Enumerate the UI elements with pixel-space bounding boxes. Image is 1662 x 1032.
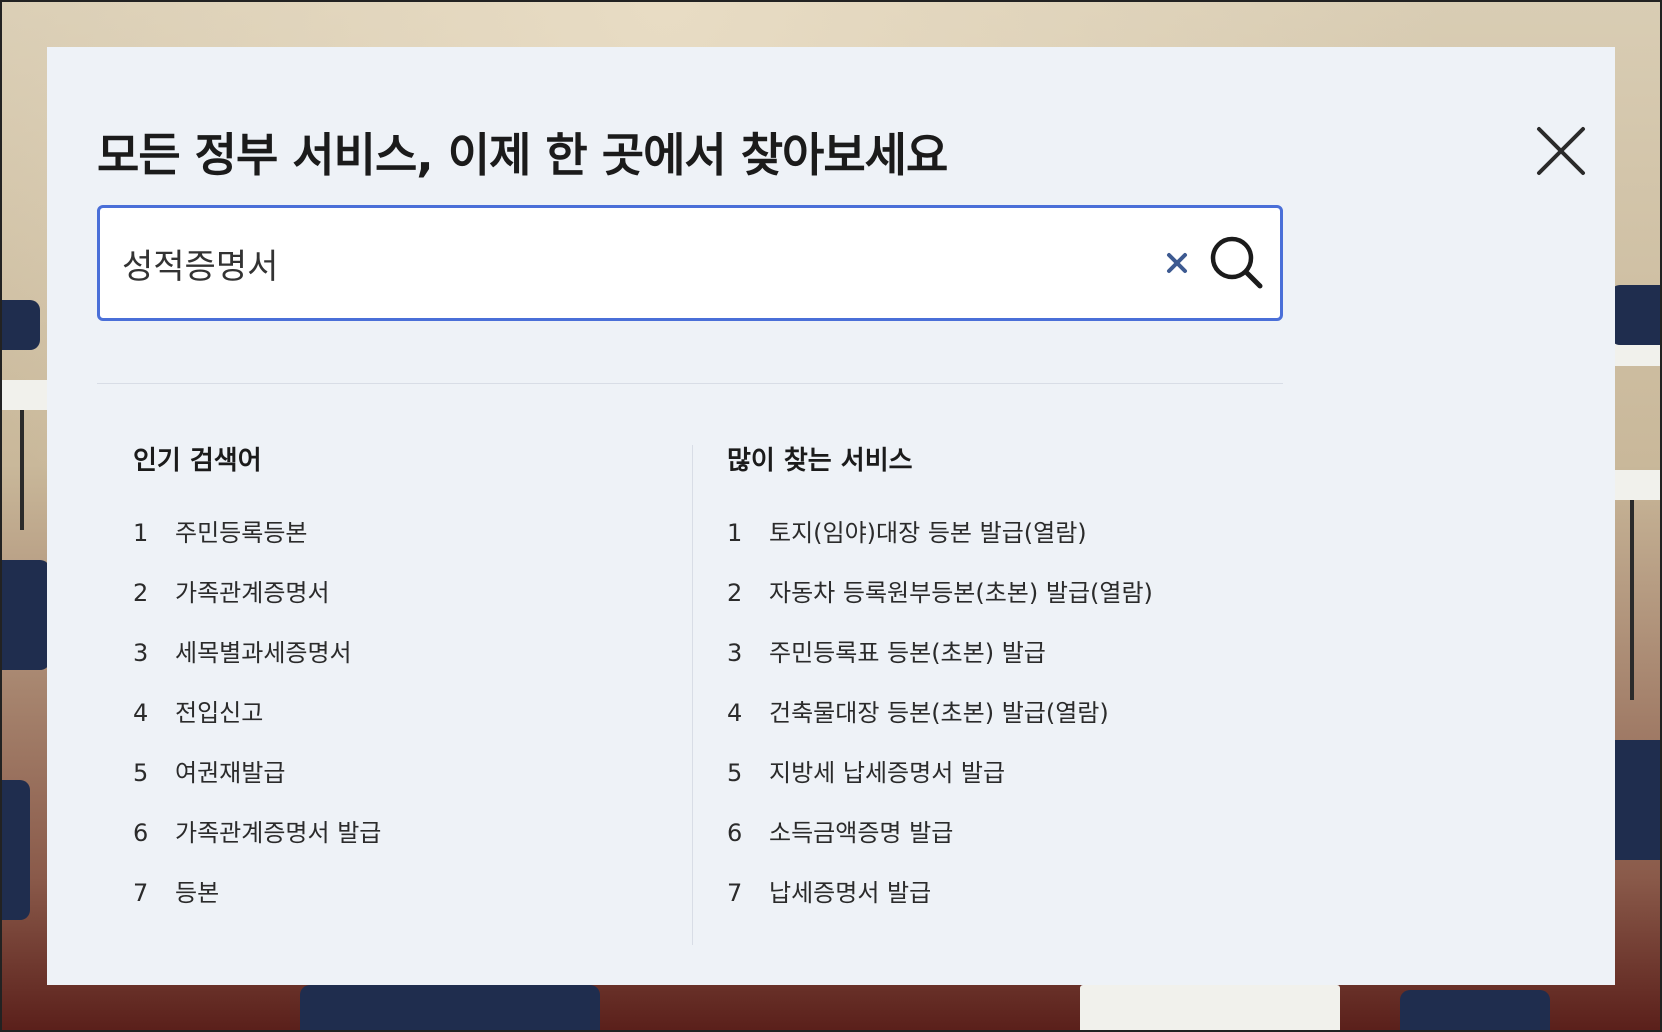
frequent-services-list: 1 토지(임야)대장 등본 발급(열람) 2 자동차 등록원부등본(초본) 발급(열… [727, 517, 1153, 937]
rank-number: 6 [133, 819, 149, 847]
search-modal: 모든 정부 서비스, 이제 한 곳에서 찾아보세요 인기 검색어 1 주민등록등본… [47, 47, 1615, 985]
service-link: 자동차 등록원부등본(초본) 발급(열람) [769, 579, 1153, 607]
service-item[interactable]: 6 소득금액증명 발급 [727, 817, 1153, 877]
service-link: 토지(임야)대장 등본 발급(열람) [769, 519, 1087, 547]
rank-number: 2 [133, 579, 149, 607]
rank-number: 3 [727, 639, 743, 667]
rank-number: 7 [133, 879, 149, 907]
popular-search-item[interactable]: 1 주민등록등본 [133, 517, 381, 577]
clear-icon [1167, 253, 1187, 273]
column-divider [692, 445, 693, 945]
rank-number: 1 [727, 519, 743, 547]
popular-searches: 인기 검색어 1 주민등록등본 2 가족관계증명서 3 세목별과세증명서 4 전입신고 … [133, 443, 653, 907]
popular-search-label: 등본 [175, 879, 220, 907]
popular-search-label: 세목별과세증명서 [175, 639, 352, 667]
popular-search-item[interactable]: 4 전입신고 [133, 697, 381, 757]
popular-searches-heading: 인기 검색어 [133, 446, 262, 476]
popular-search-item[interactable]: 7 등본 [133, 877, 381, 937]
service-link: 소득금액증명 발급 [769, 819, 954, 847]
rank-number: 1 [133, 519, 149, 547]
service-item[interactable]: 1 토지(임야)대장 등본 발급(열람) [727, 517, 1153, 577]
popular-searches-list: 1 주민등록등본 2 가족관계증명서 3 세목별과세증명서 4 전입신고 5 여권재발급 … [133, 517, 381, 937]
rank-number: 4 [133, 699, 149, 727]
rank-number: 3 [133, 639, 149, 667]
popular-search-item[interactable]: 2 가족관계증명서 [133, 577, 381, 637]
service-item[interactable]: 7 납세증명서 발급 [727, 877, 1153, 937]
frequent-services: 많이 찾는 서비스 1 토지(임야)대장 등본 발급(열람) 2 자동차 등록원부등… [727, 443, 1287, 907]
service-item[interactable]: 3 주민등록표 등본(초본) 발급 [727, 637, 1153, 697]
frequent-services-heading: 많이 찾는 서비스 [727, 446, 913, 476]
service-item[interactable]: 4 건축물대장 등본(초본) 발급(열람) [727, 697, 1153, 757]
rank-number: 2 [727, 579, 743, 607]
popular-search-item[interactable]: 6 가족관계증명서 발급 [133, 817, 381, 877]
search-input[interactable] [122, 230, 1102, 296]
section-divider [97, 383, 1283, 384]
rank-number: 5 [133, 759, 149, 787]
rank-number: 4 [727, 699, 743, 727]
close-button[interactable] [1533, 123, 1589, 179]
modal-title: 모든 정부 서비스, 이제 한 곳에서 찾아보세요 [97, 128, 948, 182]
search-box [97, 205, 1283, 321]
rank-number: 5 [727, 759, 743, 787]
popular-search-label: 주민등록등본 [175, 519, 308, 547]
search-button[interactable] [1208, 234, 1266, 292]
service-item[interactable]: 2 자동차 등록원부등본(초본) 발급(열람) [727, 577, 1153, 637]
rank-number: 7 [727, 879, 743, 907]
search-icon [1210, 236, 1263, 289]
popular-search-label: 가족관계증명서 발급 [175, 819, 382, 847]
clear-search-button[interactable] [1162, 248, 1192, 278]
service-link: 지방세 납세증명서 발급 [769, 759, 1006, 787]
service-link: 납세증명서 발급 [769, 879, 932, 907]
popular-search-label: 여권재발급 [175, 759, 286, 787]
popular-search-label: 가족관계증명서 [175, 579, 330, 607]
service-link: 주민등록표 등본(초본) 발급 [769, 639, 1046, 667]
service-item[interactable]: 5 지방세 납세증명서 발급 [727, 757, 1153, 817]
popular-search-item[interactable]: 5 여권재발급 [133, 757, 381, 817]
service-link: 건축물대장 등본(초본) 발급(열람) [769, 699, 1109, 727]
close-icon [1537, 127, 1585, 175]
popular-search-item[interactable]: 3 세목별과세증명서 [133, 637, 381, 697]
popular-search-label: 전입신고 [175, 699, 264, 727]
rank-number: 6 [727, 819, 743, 847]
